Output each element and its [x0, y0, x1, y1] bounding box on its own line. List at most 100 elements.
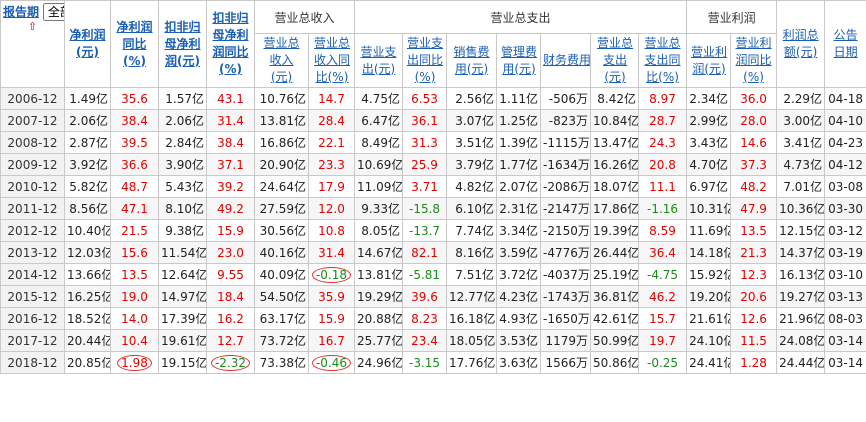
- finance-exp-cell: -506万: [540, 87, 592, 110]
- table-body: 2006-12 1.49亿 35.6 1.57亿 43.1 10.76亿 14.7 4.75亿…: [0, 87, 866, 374]
- table-row: 2017-12 20.44亿 10.4 19.61亿 12.7 73.72亿 16.7 25.…: [0, 329, 866, 352]
- op-profit-cell: 11.69亿: [686, 219, 732, 242]
- deducted-yoy-cell: 23.0: [206, 241, 255, 264]
- expense-cell: 25.77亿: [354, 329, 404, 352]
- total-exp-yoy-cell: -1.16: [638, 197, 688, 220]
- op-profit-yoy-cell: 12.6: [730, 307, 778, 330]
- finance-exp-cell: -1115万: [540, 131, 592, 154]
- deducted-net-profit-cell: 17.39亿: [158, 307, 207, 330]
- total-profit-link[interactable]: 利润总额(元): [781, 27, 821, 61]
- total-exp-yoy-link[interactable]: 营业总支出同比(%): [642, 35, 684, 86]
- total-exp-yoy-cell: 28.7: [638, 109, 688, 132]
- revenue-cell: 20.90亿: [254, 153, 309, 176]
- selling-exp-cell: 12.77亿: [446, 285, 498, 308]
- expense-yoy-link[interactable]: 营业支出同比(%): [405, 35, 445, 86]
- finance-exp-cell: -823万: [540, 109, 592, 132]
- period-cell: 2012-12: [0, 219, 65, 242]
- deducted-net-profit-cell: 5.43亿: [158, 175, 207, 198]
- table-row: 2010-12 5.82亿 48.7 5.43亿 39.2 24.64亿 17.9 11.09…: [0, 175, 866, 198]
- admin-exp-cell: 3.59亿: [496, 241, 542, 264]
- selling-exp-link[interactable]: 销售费用(元): [452, 44, 492, 78]
- op-profit-yoy-cell: 47.9: [730, 197, 778, 220]
- revenue-cell: 30.56亿: [254, 219, 309, 242]
- net-profit-yoy-header: 净利润同比(%): [110, 0, 159, 88]
- deducted-yoy-link[interactable]: 扣非归母净利润同比(%): [211, 10, 251, 78]
- op-profit-yoy-cell: 36.0: [730, 87, 778, 110]
- total-exp-yoy-cell: 20.8: [638, 153, 688, 176]
- deducted-net-profit-link[interactable]: 扣非归母净利润(元): [163, 19, 203, 70]
- period-select[interactable]: 全部: [42, 3, 64, 21]
- revenue-yoy-cell: 35.9: [307, 285, 356, 308]
- op-profit-cell: 3.43亿: [686, 131, 732, 154]
- expense-group-header: 营业总支出: [354, 0, 688, 34]
- expense-link[interactable]: 营业支出(元): [359, 44, 399, 78]
- expense-yoy-cell: 6.53: [402, 87, 448, 110]
- op-profit-yoy-cell: 37.3: [730, 153, 778, 176]
- total-exp-yoy-cell: 19.7: [638, 329, 688, 352]
- period-cell: 2016-12: [0, 307, 65, 330]
- revenue-yoy-cell: 31.4: [307, 241, 356, 264]
- selling-exp-cell: 3.79亿: [446, 153, 498, 176]
- deducted-net-profit-cell: 11.54亿: [158, 241, 207, 264]
- deducted-net-profit-cell: 1.57亿: [158, 87, 207, 110]
- op-profit-link[interactable]: 营业利润(元): [689, 44, 729, 78]
- revenue-yoy-cell: 16.7: [307, 329, 356, 352]
- net-profit-yoy-cell: 1.98: [110, 351, 159, 374]
- announce-date-header: 公告日期: [824, 0, 866, 88]
- revenue-yoy-cell: -0.18: [307, 263, 356, 286]
- expense-yoy-cell: 25.9: [402, 153, 448, 176]
- deducted-net-profit-cell: 12.64亿: [158, 263, 207, 286]
- total-profit-cell: 21.96亿: [776, 307, 826, 330]
- revenue-yoy-cell: 23.3: [307, 153, 356, 176]
- admin-exp-cell: 4.93亿: [496, 307, 542, 330]
- table-row: 2007-12 2.06亿 38.4 2.06亿 31.4 13.81亿 28.4 6.47亿…: [0, 109, 866, 132]
- op-profit-yoy-cell: 12.3: [730, 263, 778, 286]
- expense-cell: 20.88亿: [354, 307, 404, 330]
- op-profit-yoy-link[interactable]: 营业利润同比(%): [734, 35, 774, 86]
- expense-yoy-cell: 82.1: [402, 241, 448, 264]
- admin-exp-cell: 3.53亿: [496, 329, 542, 352]
- net-profit-yoy-link[interactable]: 净利润同比(%): [115, 19, 155, 70]
- total-exp-link[interactable]: 营业总支出(元): [593, 35, 637, 86]
- op-profit-col: 营业利润(元): [686, 33, 732, 88]
- admin-exp-col: 管理费用(元): [496, 33, 542, 88]
- total-profit-cell: 3.41亿: [776, 131, 826, 154]
- net-profit-cell: 8.56亿: [64, 197, 111, 220]
- selling-exp-cell: 4.82亿: [446, 175, 498, 198]
- total-exp-cell: 10.84亿: [590, 109, 640, 132]
- announce-date-link[interactable]: 公告日期: [832, 27, 860, 61]
- revenue-cell: 16.86亿: [254, 131, 309, 154]
- admin-exp-link[interactable]: 管理费用(元): [499, 44, 539, 78]
- table-row: 2018-12 20.85亿 1.98 19.15亿 -2.32 73.38亿 -0.46 2…: [0, 351, 866, 374]
- revenue-link[interactable]: 营业总收入(元): [260, 35, 304, 86]
- admin-exp-cell: 1.11亿: [496, 87, 542, 110]
- net-profit-link[interactable]: 净利润(元): [69, 27, 107, 61]
- op-profit-yoy-cell: 14.6: [730, 131, 778, 154]
- announce-date-cell: 03-14: [824, 329, 866, 352]
- announce-date-cell: 03-30: [824, 197, 866, 220]
- expense-cell: 11.09亿: [354, 175, 404, 198]
- announce-date-cell: 04-10: [824, 109, 866, 132]
- period-cell: 2011-12: [0, 197, 65, 220]
- total-exp-yoy-col: 营业总支出同比(%): [638, 33, 688, 88]
- admin-exp-cell: 1.25亿: [496, 109, 542, 132]
- revenue-cell: 40.09亿: [254, 263, 309, 286]
- deducted-yoy-cell: 15.9: [206, 219, 255, 242]
- deducted-net-profit-cell: 8.10亿: [158, 197, 207, 220]
- net-profit-cell: 18.52亿: [64, 307, 111, 330]
- net-profit-yoy-cell: 13.5: [110, 263, 159, 286]
- admin-exp-cell: 4.23亿: [496, 285, 542, 308]
- report-period-link[interactable]: 报告期: [3, 5, 39, 19]
- op-profit-yoy-col: 营业利润同比(%): [730, 33, 778, 88]
- finance-exp-link[interactable]: 财务费用: [543, 52, 590, 69]
- revenue-cell: 73.72亿: [254, 329, 309, 352]
- period-cell: 2015-12: [0, 285, 65, 308]
- finance-exp-cell: -4037万: [540, 263, 592, 286]
- deducted-yoy-cell: 31.4: [206, 109, 255, 132]
- annotation-circle: -0.46: [315, 355, 348, 370]
- total-exp-cell: 8.42亿: [590, 87, 640, 110]
- sort-arrow-icon[interactable]: ⇧: [3, 21, 62, 33]
- net-profit-yoy-cell: 21.5: [110, 219, 159, 242]
- revenue-yoy-link[interactable]: 营业总收入同比(%): [311, 35, 353, 86]
- deducted-yoy-cell: 49.2: [206, 197, 255, 220]
